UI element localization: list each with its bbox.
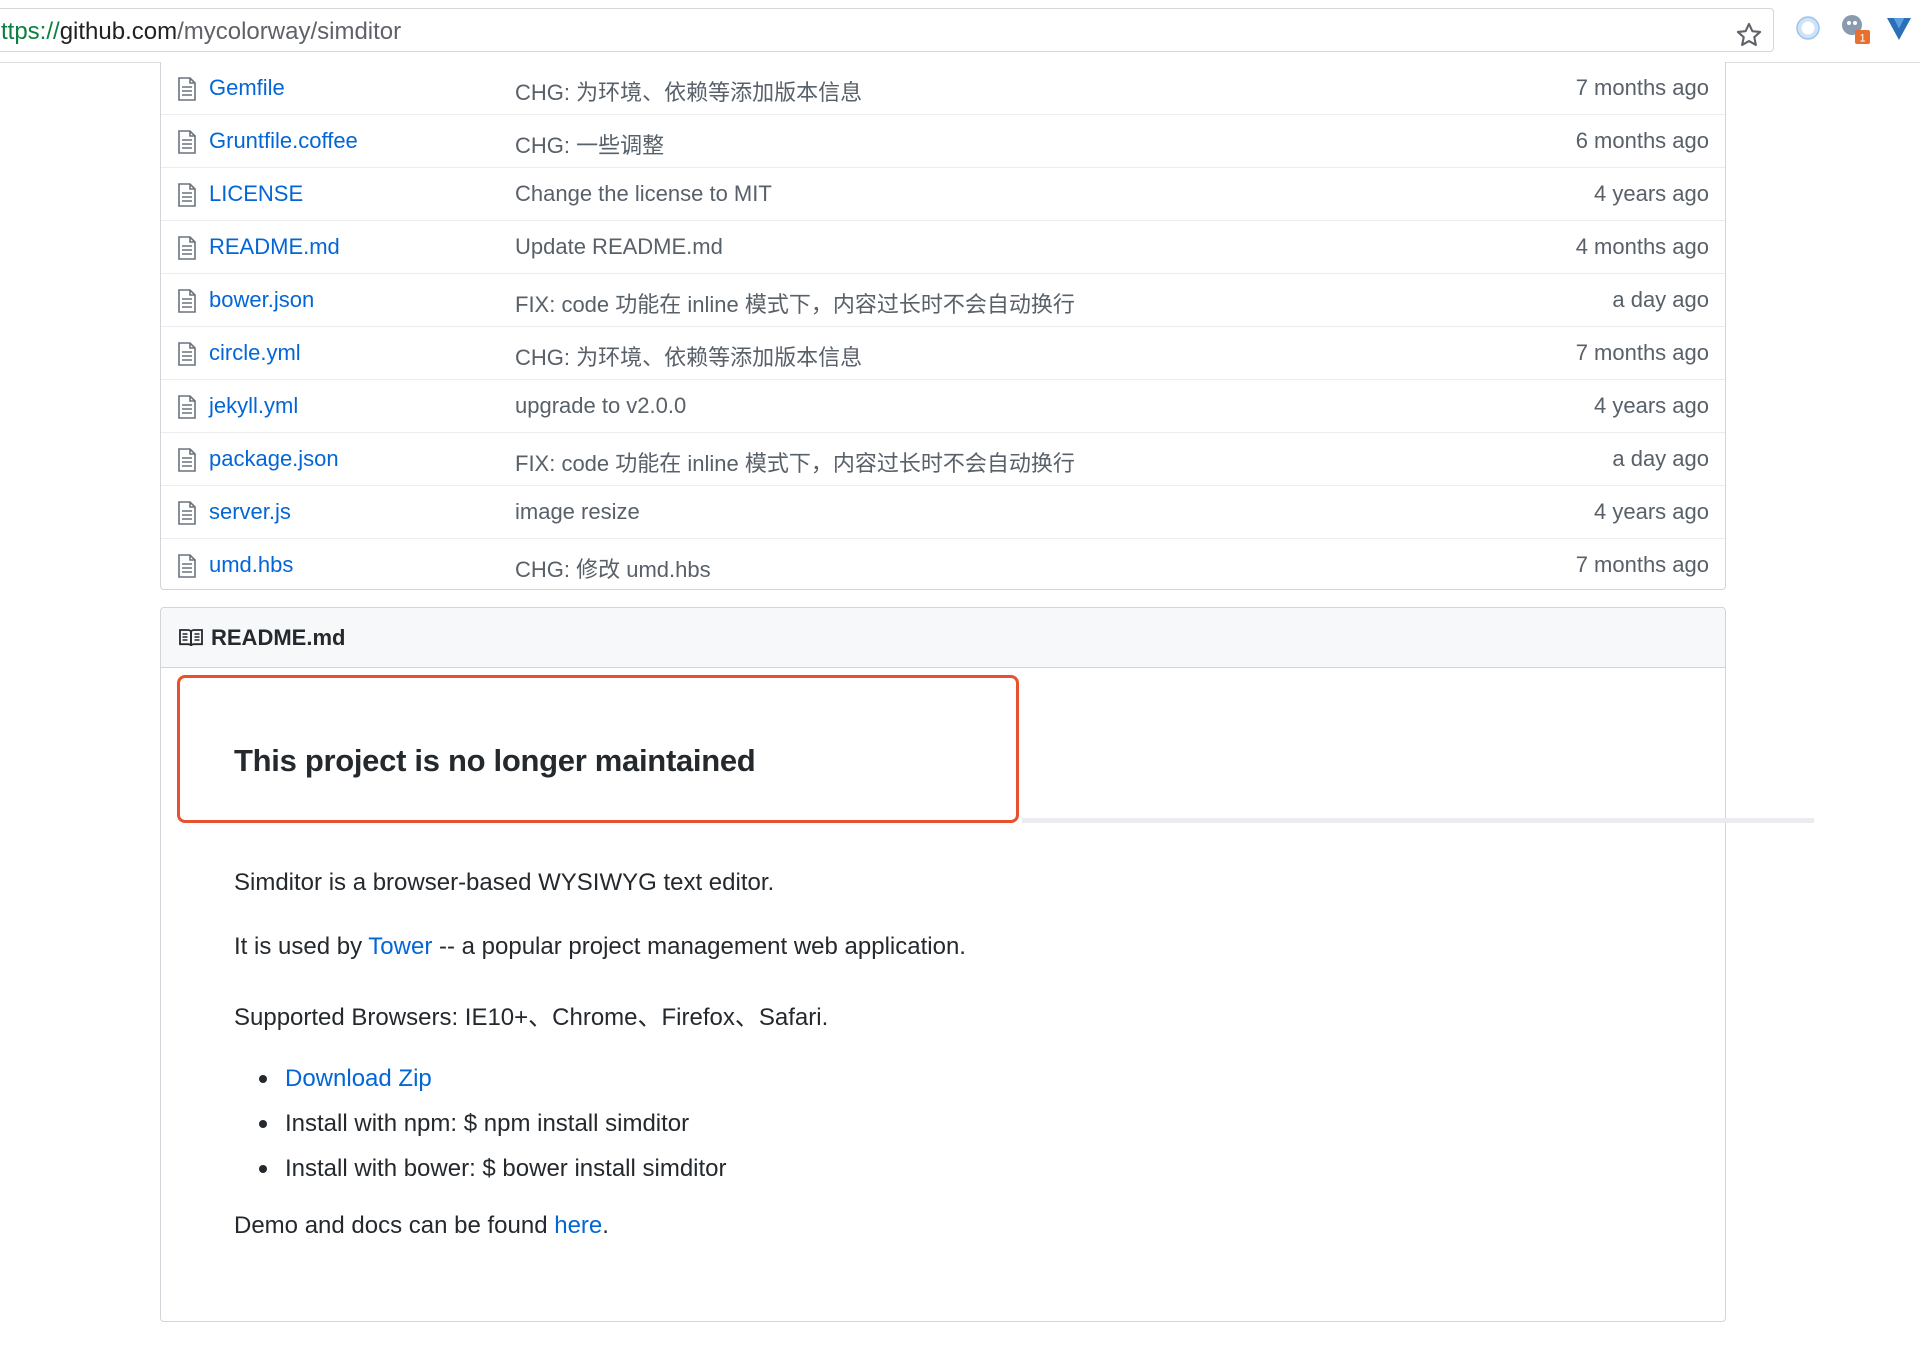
url-host: github.com xyxy=(59,18,178,45)
file-row: jekyll.yml upgrade to v2.0.0 4 years ago xyxy=(161,379,1725,432)
file-icon xyxy=(178,448,196,472)
file-icon xyxy=(178,554,196,578)
commit-age: 7 months ago xyxy=(1575,75,1709,100)
list-item: Download Zip xyxy=(234,1056,727,1101)
readme-panel: README.md This project is no longer main… xyxy=(160,607,1814,1322)
used-by-paragraph: It is used by Tower -- a popular project… xyxy=(234,933,966,961)
file-icon xyxy=(178,77,196,101)
commit-age: a day ago xyxy=(1612,287,1709,312)
file-link[interactable]: circle.yml xyxy=(209,340,301,366)
book-icon xyxy=(179,629,203,647)
file-link[interactable]: jekyll.yml xyxy=(209,393,298,419)
extension-shield-icon[interactable] xyxy=(1884,14,1914,44)
file-row: LICENSE Change the license to MIT 4 year… xyxy=(161,167,1725,220)
heading-divider xyxy=(1022,818,1814,823)
file-row: package.json FIX: code 功能在 inline 模式下，内容… xyxy=(161,432,1725,485)
commit-message-link[interactable]: Change the license to MIT xyxy=(515,181,772,207)
commit-message-link[interactable]: image resize xyxy=(515,499,640,525)
bullet-dot xyxy=(259,1120,267,1128)
commit-age: 4 years ago xyxy=(1594,499,1709,524)
file-link[interactable]: README.md xyxy=(209,234,340,260)
file-row: circle.yml CHG: 为环境、依赖等添加版本信息 7 months a… xyxy=(161,326,1725,379)
intro-paragraph: Simditor is a browser-based WYSIWYG text… xyxy=(234,869,775,896)
list-item: Install with bower: $ bower install simd… xyxy=(234,1146,727,1191)
file-icon xyxy=(178,501,196,525)
demo-docs-link[interactable]: here xyxy=(554,1212,602,1239)
file-list: Gemfile CHG: 为环境、依赖等添加版本信息 7 months ago … xyxy=(160,62,1726,590)
commit-message-link[interactable]: Update README.md xyxy=(515,234,723,260)
browser-toolbar: ttps://github.com/mycolorway/simditor 1 xyxy=(0,0,1920,63)
file-link[interactable]: umd.hbs xyxy=(209,552,293,578)
commit-message-link[interactable]: CHG: 一些调整 xyxy=(515,128,664,160)
bower-install-text: Install with bower: $ bower install simd… xyxy=(285,1155,727,1182)
commit-age: 7 months ago xyxy=(1575,552,1709,577)
file-icon xyxy=(178,130,196,154)
file-icon xyxy=(178,236,196,260)
used-by-prefix: It is used by xyxy=(234,933,369,960)
commit-age: 4 years ago xyxy=(1594,181,1709,206)
unmaintained-notice-heading: This project is no longer maintained xyxy=(234,743,756,778)
file-row: server.js image resize 4 years ago xyxy=(161,485,1725,538)
commit-age: 4 years ago xyxy=(1594,393,1709,418)
file-link[interactable]: LICENSE xyxy=(209,181,303,207)
url-path: /mycolorway/simditor xyxy=(177,18,402,45)
commit-message-link[interactable]: CHG: 为环境、依赖等添加版本信息 xyxy=(515,75,862,107)
file-icon xyxy=(178,342,196,366)
bullet-dot xyxy=(259,1165,267,1173)
bookmark-star-icon[interactable] xyxy=(1735,21,1763,49)
commit-age: 7 months ago xyxy=(1575,340,1709,365)
commit-message-link[interactable]: FIX: code 功能在 inline 模式下，内容过长时不会自动换行 xyxy=(515,446,1075,478)
file-row: umd.hbs CHG: 修改 umd.hbs 7 months ago xyxy=(161,538,1725,591)
file-row: Gemfile CHG: 为环境、依赖等添加版本信息 7 months ago xyxy=(161,62,1725,114)
file-icon xyxy=(178,183,196,207)
commit-age: 6 months ago xyxy=(1575,128,1709,153)
commit-age: a day ago xyxy=(1612,446,1709,471)
commit-age: 4 months ago xyxy=(1575,234,1709,259)
file-row: Gruntfile.coffee CHG: 一些调整 6 months ago xyxy=(161,114,1725,167)
used-by-suffix: -- a popular project management web appl… xyxy=(432,933,966,960)
supported-browsers-paragraph: Supported Browsers: IE10+、Chrome、Firefox… xyxy=(234,1004,829,1031)
file-icon xyxy=(178,395,196,419)
tower-link[interactable]: Tower xyxy=(368,933,432,960)
address-bar[interactable]: ttps://github.com/mycolorway/simditor xyxy=(0,8,1774,52)
readme-header: README.md xyxy=(161,608,1725,668)
list-item: Install with npm: $ npm install simditor xyxy=(234,1101,727,1146)
demo-paragraph: Demo and docs can be found here. xyxy=(234,1212,609,1240)
commit-message-link[interactable]: CHG: 为环境、依赖等添加版本信息 xyxy=(515,340,862,372)
commit-message-link[interactable]: upgrade to v2.0.0 xyxy=(515,393,686,419)
file-link[interactable]: Gruntfile.coffee xyxy=(209,128,358,154)
extension-avatar-icon[interactable]: 1 xyxy=(1838,12,1872,46)
url-scheme: ttps:// xyxy=(1,18,60,45)
file-link[interactable]: package.json xyxy=(209,446,339,472)
commit-message-link[interactable]: FIX: code 功能在 inline 模式下，内容过长时不会自动换行 xyxy=(515,287,1075,319)
url-text[interactable]: ttps://github.com/mycolorway/simditor xyxy=(1,18,401,46)
readme-title: README.md xyxy=(211,625,346,650)
npm-install-text: Install with npm: $ npm install simditor xyxy=(285,1110,690,1137)
demo-suffix: . xyxy=(602,1212,609,1239)
commit-message-link[interactable]: CHG: 修改 umd.hbs xyxy=(515,552,711,584)
file-link[interactable]: server.js xyxy=(209,499,291,525)
download-zip-link[interactable]: Download Zip xyxy=(285,1065,432,1092)
install-options-list: Download Zip Install with npm: $ npm ins… xyxy=(234,1056,727,1191)
extension-badge: 1 xyxy=(1859,33,1865,45)
file-icon xyxy=(178,289,196,313)
extension-ring-icon[interactable] xyxy=(1794,14,1822,42)
file-row: README.md Update README.md 4 months ago xyxy=(161,220,1725,273)
demo-prefix: Demo and docs can be found xyxy=(234,1212,555,1239)
file-row: bower.json FIX: code 功能在 inline 模式下，内容过长… xyxy=(161,273,1725,326)
file-link[interactable]: Gemfile xyxy=(209,75,285,101)
bullet-dot xyxy=(259,1075,267,1083)
file-link[interactable]: bower.json xyxy=(209,287,314,313)
